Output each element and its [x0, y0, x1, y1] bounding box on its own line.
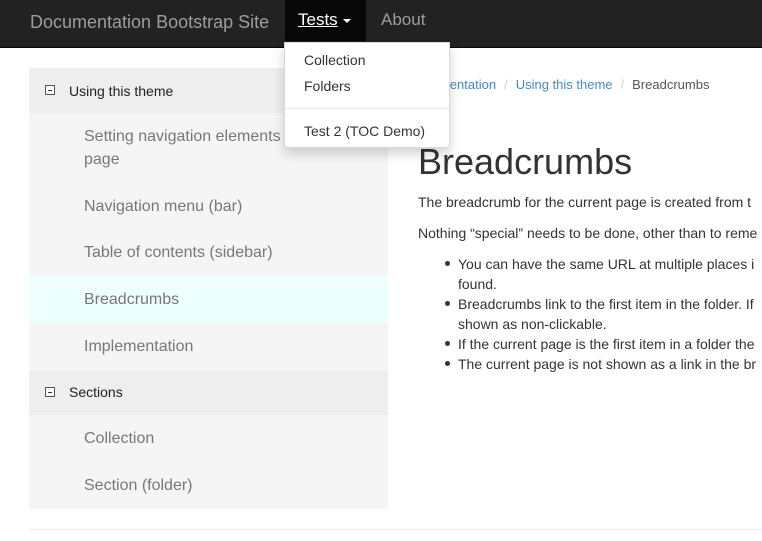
dropdown-item-folders[interactable]: Folders — [304, 78, 351, 94]
paragraph-intro: The breadcrumb for the current page is c… — [418, 194, 752, 210]
breadcrumb-current: Breadcrumbs — [632, 77, 710, 92]
footer-divider — [29, 529, 762, 530]
list-item: You can have the same URL at multiple pl… — [444, 254, 762, 294]
sidebar-item-navigation-menu[interactable]: Navigation menu (bar) — [29, 195, 388, 218]
section-label: Sections — [69, 384, 123, 400]
sidebar-item-implementation[interactable]: Implementation — [29, 335, 388, 358]
breadcrumb-separator: / — [504, 77, 508, 92]
brand-link[interactable]: Documentation Bootstrap Site — [30, 12, 269, 33]
page-title: Breadcrumbs — [418, 141, 633, 182]
breadcrumb: ocumentation / Using this theme / Breadcrumb… — [418, 77, 709, 92]
breadcrumb-link-using-this-theme[interactable]: Using this theme — [516, 77, 613, 92]
sidebar-item-table-of-contents[interactable]: Table of contents (sidebar) — [29, 241, 388, 264]
paragraph-note: Nothing “special” needs to be done, othe… — [418, 225, 758, 241]
list-item: The current page is not shown as a link … — [444, 354, 762, 374]
breadcrumb-separator: / — [620, 77, 625, 92]
caret-down-icon — [343, 19, 351, 23]
sidebar-item-breadcrumbs[interactable]: Breadcrumbs — [29, 276, 388, 323]
nav-about-link[interactable]: About — [381, 10, 425, 30]
tests-dropdown-menu: Collection Folders Test 2 (TOC Demo) — [284, 42, 450, 148]
list-item: If the current page is the first item in… — [444, 334, 762, 354]
collapse-toggle-icon[interactable] — [45, 85, 55, 95]
nav-tests-dropdown-toggle[interactable]: Tests — [285, 0, 366, 41]
dropdown-divider — [285, 108, 449, 109]
navbar: Documentation Bootstrap Site Tests About — [0, 0, 762, 48]
dropdown-item-test2-toc-demo[interactable]: Test 2 (TOC Demo) — [304, 123, 425, 139]
sidebar-section-sections[interactable]: Sections — [29, 370, 388, 415]
dropdown-item-collection[interactable]: Collection — [304, 52, 365, 68]
sidebar-item-collection[interactable]: Collection — [29, 427, 388, 450]
bullet-list: You can have the same URL at multiple pl… — [444, 254, 762, 374]
list-item: Breadcrumbs link to the first item in th… — [444, 294, 762, 334]
section-label: Using this theme — [69, 83, 174, 99]
nav-tests-label: Tests — [298, 10, 338, 29]
sidebar-item-section-folder[interactable]: Section (folder) — [29, 474, 388, 497]
collapse-toggle-icon[interactable] — [45, 387, 55, 397]
